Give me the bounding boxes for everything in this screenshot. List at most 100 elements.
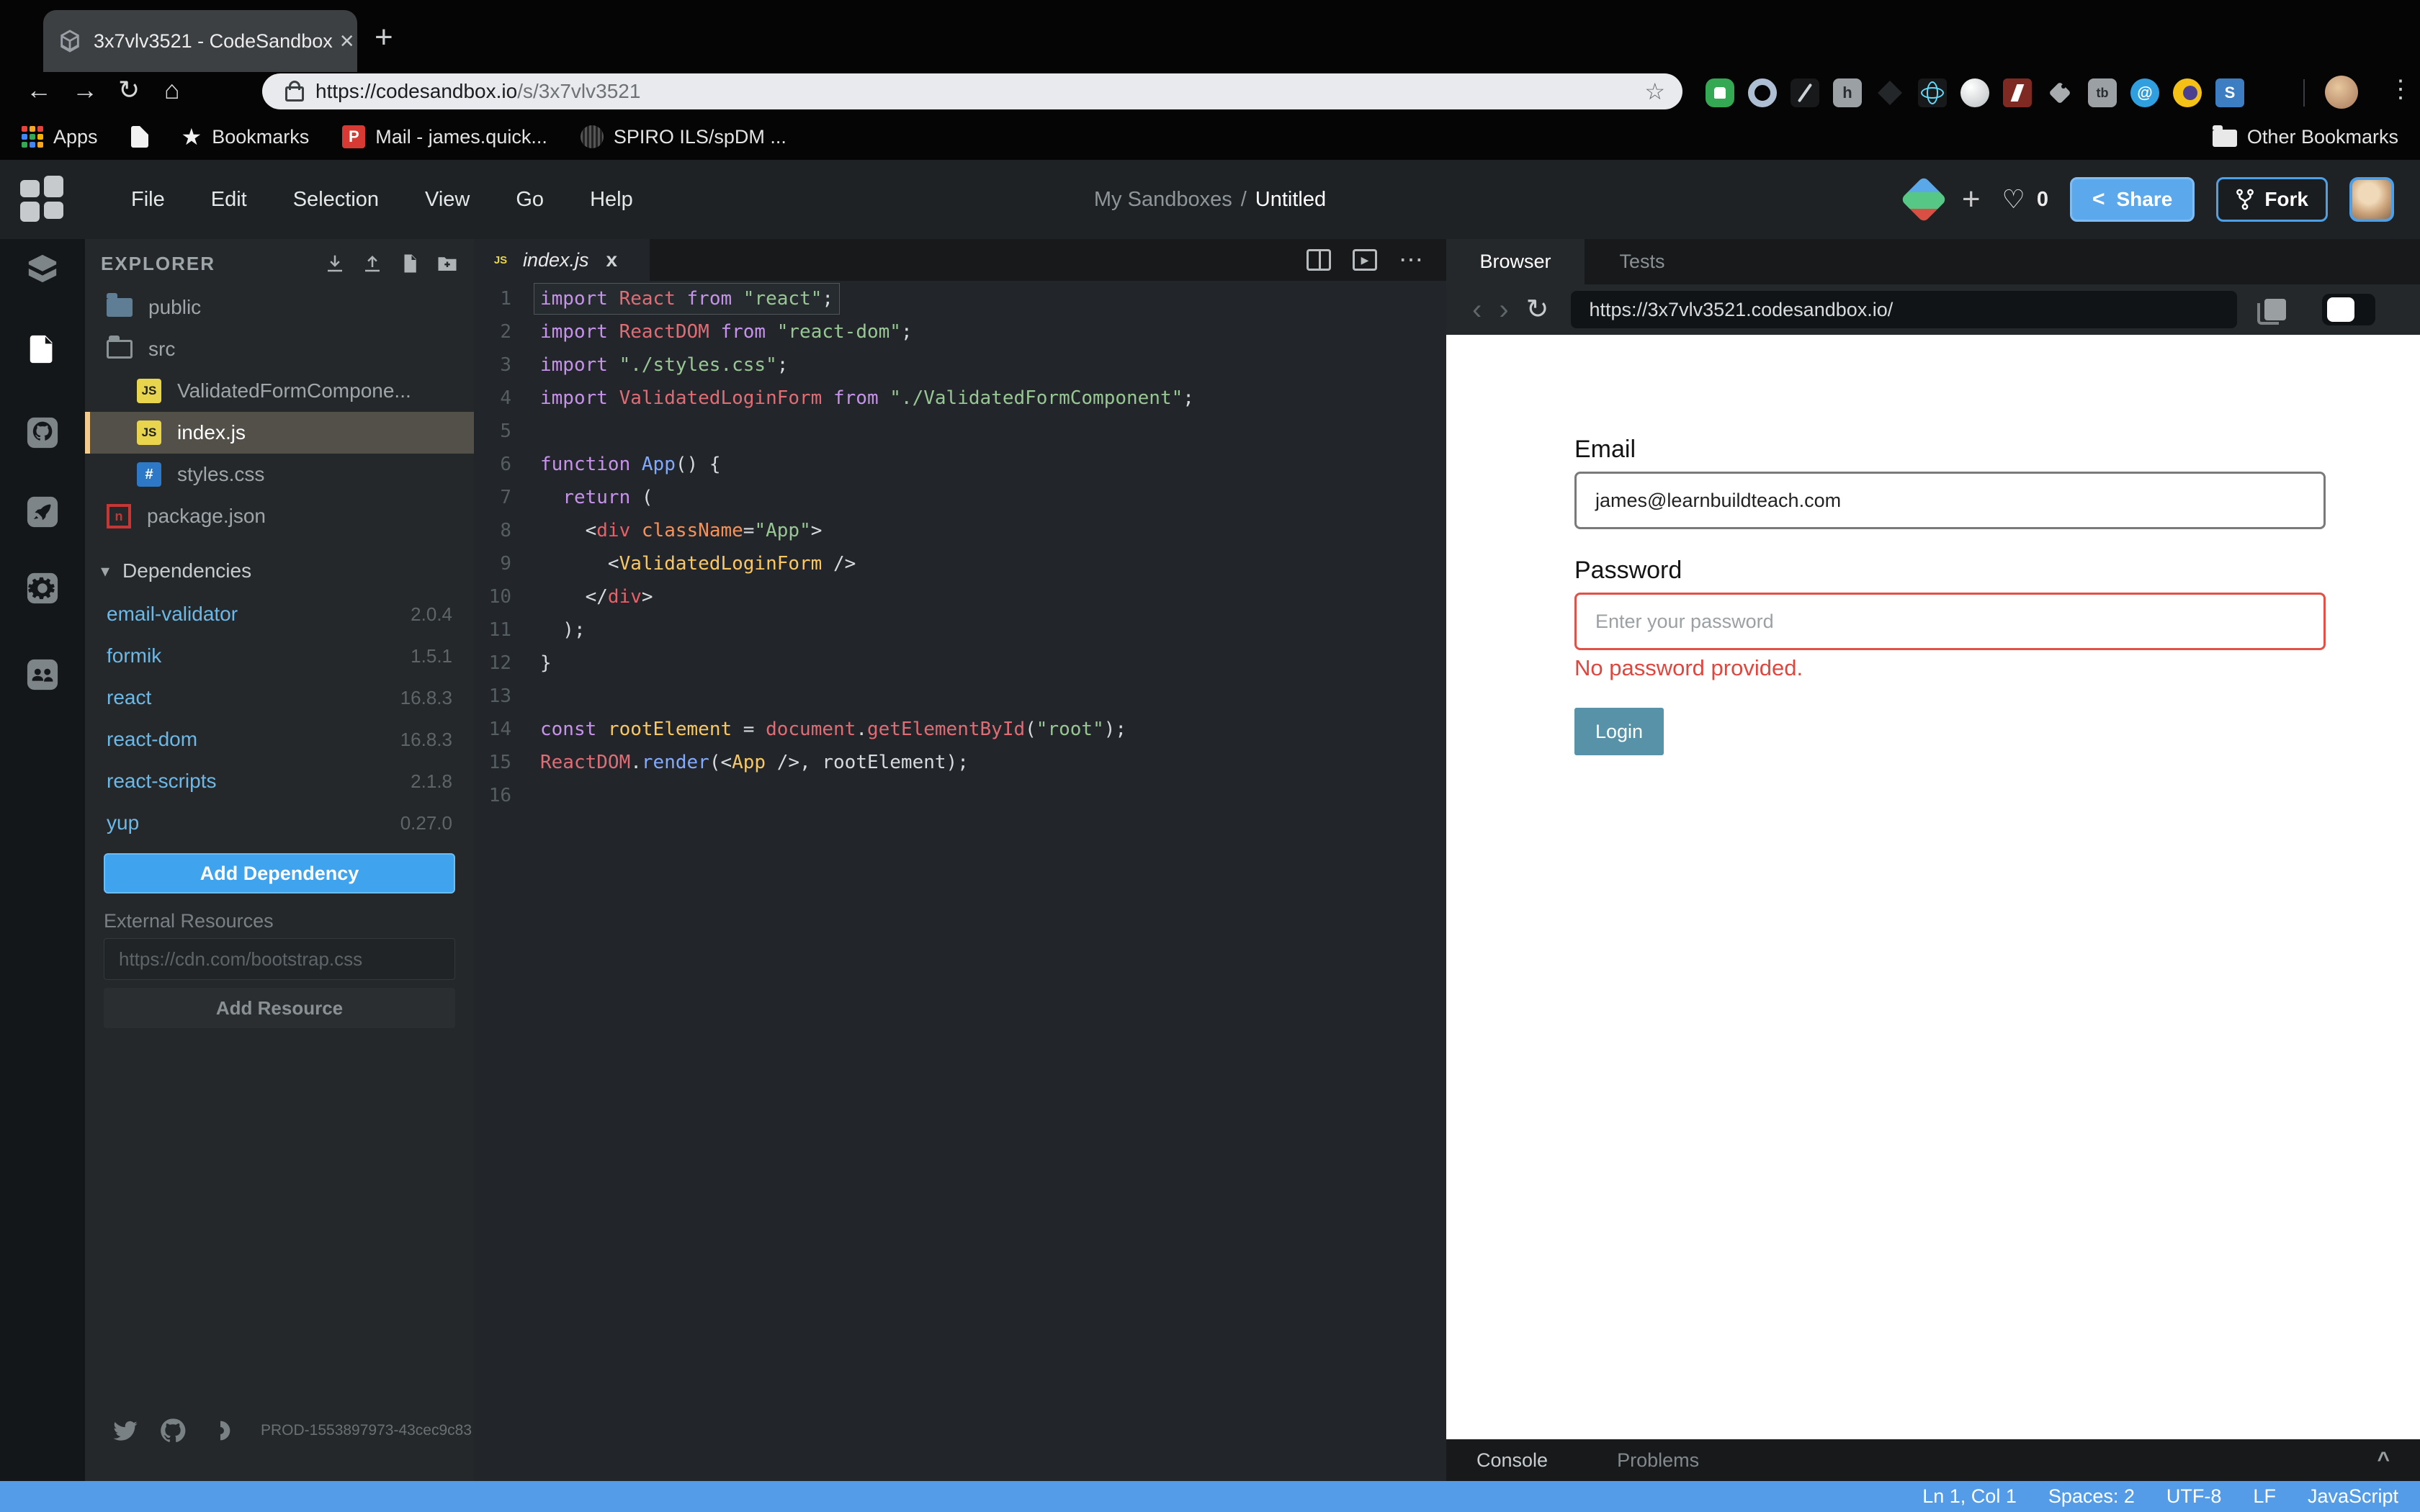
eol-type[interactable]: LF bbox=[2253, 1485, 2276, 1508]
code-line[interactable]: 13 bbox=[474, 680, 1446, 713]
dependency-row[interactable]: formik 1.5.1 bbox=[85, 635, 474, 677]
user-avatar[interactable] bbox=[2349, 177, 2394, 222]
bookmark-spiro[interactable]: SPIRO ILS/spDM ... bbox=[580, 125, 786, 148]
file-row-packagejson[interactable]: n package.json bbox=[85, 495, 474, 537]
chrome-profile-avatar[interactable] bbox=[2325, 76, 2358, 109]
preview-forward-icon[interactable]: › bbox=[1499, 295, 1508, 324]
resource-url-input[interactable]: https://cdn.com/bootstrap.css bbox=[104, 938, 455, 980]
code-line[interactable]: 12} bbox=[474, 647, 1446, 680]
new-tab-button[interactable]: + bbox=[375, 22, 393, 53]
live-collaboration-icon[interactable] bbox=[0, 649, 85, 700]
code-line[interactable]: 4 import ValidatedLoginForm from "./Valid… bbox=[474, 382, 1446, 415]
tb-extension-icon[interactable]: tb bbox=[2088, 78, 2117, 107]
dependency-row[interactable]: react-scripts 2.1.8 bbox=[85, 760, 474, 802]
twitter-icon[interactable] bbox=[111, 1416, 140, 1445]
deployment-rocket-icon[interactable] bbox=[0, 487, 85, 537]
upload-sandbox-icon[interactable] bbox=[362, 253, 383, 274]
react-extension-icon[interactable] bbox=[1918, 78, 1947, 107]
code-line[interactable]: 1 import React from "react"; bbox=[474, 282, 1446, 315]
run-icon[interactable]: ▶ bbox=[1353, 249, 1377, 271]
add-resource-button[interactable]: Add Resource bbox=[104, 988, 455, 1028]
code-line[interactable]: 5 bbox=[474, 415, 1446, 448]
code-line[interactable]: 16 bbox=[474, 779, 1446, 812]
tab-close-icon[interactable]: x bbox=[606, 248, 618, 271]
menu-help[interactable]: Help bbox=[567, 188, 656, 212]
menu-selection[interactable]: Selection bbox=[270, 188, 402, 212]
tag-extension-icon[interactable] bbox=[2045, 78, 2074, 107]
h-extension-icon[interactable]: h bbox=[1833, 78, 1862, 107]
open-in-new-window-icon[interactable] bbox=[2257, 299, 2286, 325]
menu-go[interactable]: Go bbox=[493, 188, 567, 212]
pen-extension-icon[interactable] bbox=[1791, 78, 1819, 107]
spectrum-icon[interactable] bbox=[206, 1416, 235, 1445]
menu-edit[interactable]: Edit bbox=[188, 188, 270, 212]
dependency-name[interactable]: react-scripts bbox=[107, 770, 216, 793]
dependency-row[interactable]: email-validator 2.0.4 bbox=[85, 593, 474, 635]
cursor-position[interactable]: Ln 1, Col 1 bbox=[1922, 1485, 2017, 1508]
other-bookmarks[interactable]: Other Bookmarks bbox=[2212, 125, 2398, 148]
dependency-name[interactable]: react bbox=[107, 686, 151, 709]
at-extension-icon[interactable]: @ bbox=[2130, 78, 2159, 107]
file-row-validatedform[interactable]: JS ValidatedFormCompone... bbox=[85, 370, 474, 412]
flash-extension-icon[interactable] bbox=[2003, 78, 2032, 107]
expand-console-icon[interactable]: ^ bbox=[2377, 1448, 2390, 1472]
add-dependency-button[interactable]: Add Dependency bbox=[104, 853, 455, 894]
email-field[interactable]: james@learnbuildteach.com bbox=[1574, 472, 2326, 529]
tab-close-icon[interactable]: × bbox=[340, 27, 354, 55]
code-line[interactable]: 3 import "./styles.css"; bbox=[474, 348, 1446, 382]
settings-gear-icon[interactable] bbox=[0, 563, 85, 613]
new-file-icon[interactable] bbox=[399, 253, 421, 274]
code-line[interactable]: 9 <ValidatedLoginForm /> bbox=[474, 547, 1446, 580]
bookmark-apps[interactable]: Apps bbox=[22, 126, 98, 148]
dependency-row[interactable]: react 16.8.3 bbox=[85, 677, 474, 719]
sphere-extension-icon[interactable] bbox=[1960, 78, 1989, 107]
code-area[interactable]: 1 import React from "react"; 2 import React… bbox=[474, 282, 1446, 812]
github-footer-icon[interactable] bbox=[158, 1416, 187, 1445]
dependency-name[interactable]: yup bbox=[107, 811, 139, 834]
code-line[interactable]: 11 ); bbox=[474, 613, 1446, 647]
diamond-extension-icon[interactable] bbox=[1876, 78, 1904, 107]
dependency-name[interactable]: email-validator bbox=[107, 603, 238, 626]
reload-icon[interactable]: ↻ bbox=[118, 75, 140, 105]
dependency-row[interactable]: react-dom 16.8.3 bbox=[85, 719, 474, 760]
preview-back-icon[interactable]: ‹ bbox=[1472, 295, 1482, 324]
tab-tests[interactable]: Tests bbox=[1585, 239, 1700, 284]
download-sandbox-icon[interactable] bbox=[324, 253, 346, 274]
donut-extension-icon[interactable] bbox=[1748, 78, 1777, 107]
tab-problems[interactable]: Problems bbox=[1617, 1449, 1699, 1472]
file-row-src[interactable]: src bbox=[85, 328, 474, 370]
breadcrumb-parent[interactable]: My Sandboxes bbox=[1094, 188, 1232, 212]
encoding[interactable]: UTF-8 bbox=[2166, 1485, 2222, 1508]
codesandbox-logo[interactable] bbox=[20, 176, 65, 222]
template-icon[interactable] bbox=[1900, 176, 1948, 223]
file-row-stylescss[interactable]: # styles.css bbox=[85, 454, 474, 495]
address-bar[interactable]: https://codesandbox.io/s/3x7vlv3521 ☆ bbox=[262, 73, 1682, 109]
home-icon[interactable]: ⌂ bbox=[164, 75, 180, 105]
code-line[interactable]: 2 import ReactDOM from "react-dom"; bbox=[474, 315, 1446, 348]
indentation[interactable]: Spaces: 2 bbox=[2048, 1485, 2135, 1508]
heart-icon[interactable]: ♡ bbox=[2002, 184, 2025, 215]
github-icon[interactable] bbox=[0, 408, 85, 458]
bookmark-mail[interactable]: P Mail - james.quick... bbox=[342, 125, 547, 148]
tab-browser[interactable]: Browser bbox=[1446, 239, 1585, 284]
editor-tab-indexjs[interactable]: JS index.js x bbox=[474, 239, 650, 281]
code-line[interactable]: 6 function App() { bbox=[474, 448, 1446, 481]
dependency-row[interactable]: yup 0.27.0 bbox=[85, 802, 474, 844]
menu-file[interactable]: File bbox=[108, 188, 188, 212]
moon-extension-icon[interactable] bbox=[2173, 78, 2202, 107]
file-row-public[interactable]: public bbox=[85, 287, 474, 328]
code-line[interactable]: 15 ReactDOM.render(<App />, rootElement); bbox=[474, 746, 1446, 779]
preview-url-bar[interactable]: https://3x7vlv3521.codesandbox.io/ bbox=[1570, 291, 2237, 328]
breadcrumb-current[interactable]: Untitled bbox=[1255, 188, 1326, 212]
bookmark-page[interactable] bbox=[130, 126, 148, 148]
code-line[interactable]: 14 const rootElement = document.getElemen… bbox=[474, 713, 1446, 746]
dependency-name[interactable]: formik bbox=[107, 644, 161, 667]
add-icon[interactable]: + bbox=[1962, 181, 1981, 217]
sandbox-info-icon[interactable] bbox=[0, 243, 85, 294]
password-field[interactable]: Enter your password bbox=[1574, 593, 2326, 650]
bookmark-folder-bookmarks[interactable]: ★ Bookmarks bbox=[182, 123, 310, 150]
more-options-icon[interactable]: ⋯ bbox=[1399, 246, 1425, 274]
tab-console[interactable]: Console bbox=[1476, 1449, 1548, 1472]
menu-view[interactable]: View bbox=[402, 188, 493, 212]
code-line[interactable]: 8 <div className="App"> bbox=[474, 514, 1446, 547]
